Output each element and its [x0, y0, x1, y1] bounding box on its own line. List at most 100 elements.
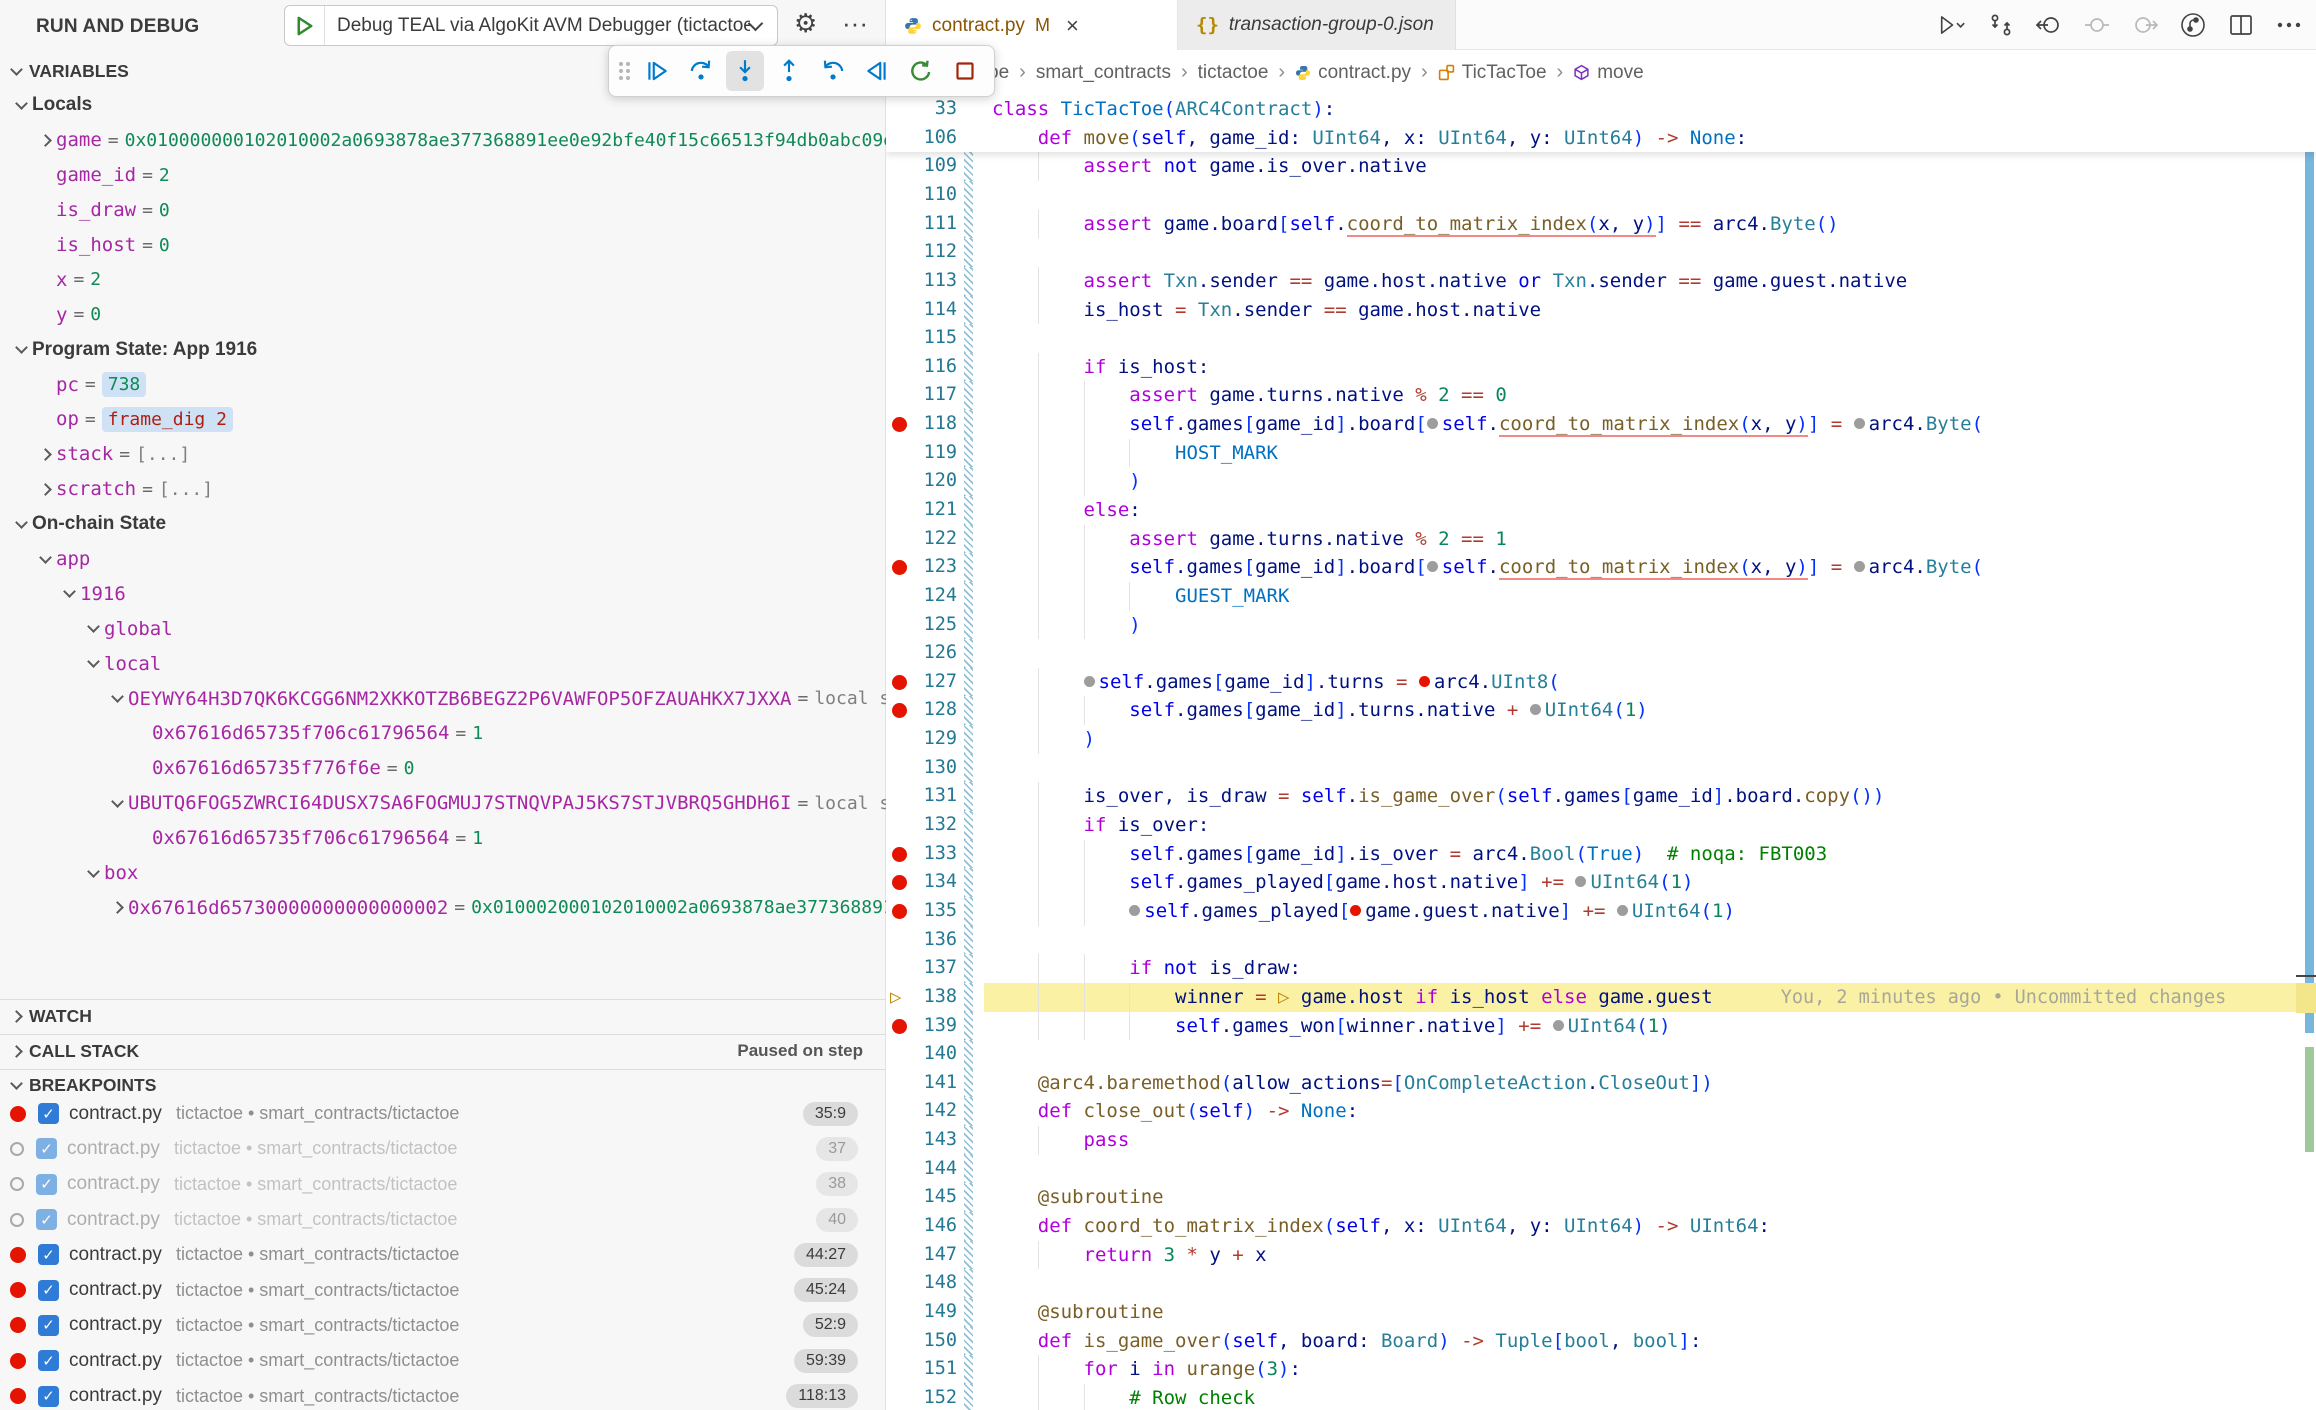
run-or-debug-icon[interactable]: [1939, 12, 1966, 39]
breakpoint-checkbox[interactable]: ✓: [38, 1350, 59, 1371]
chevron-right-icon[interactable]: [111, 902, 124, 915]
variable-row-on-chain-state[interactable]: On-chain State: [0, 507, 886, 542]
breadcrumb-item[interactable]: TicTacToe: [1462, 62, 1547, 84]
line-number[interactable]: 144: [886, 1155, 957, 1184]
chevron-down-icon[interactable]: [111, 690, 124, 703]
breakpoint-checkbox[interactable]: ✓: [36, 1138, 57, 1159]
tab-contract-py[interactable]: contract.py M ×: [886, 0, 1178, 51]
line-number[interactable]: 148: [886, 1269, 957, 1298]
breadcrumb-item[interactable]: tictactoe: [1198, 62, 1269, 84]
source-control-graph-icon[interactable]: [2179, 12, 2206, 39]
step-forward-circle-icon[interactable]: [2131, 12, 2158, 39]
inline-breakpoint-candidate-icon[interactable]: [1617, 905, 1628, 916]
chevron-down-icon[interactable]: [87, 620, 100, 633]
breakpoint-checkbox[interactable]: ✓: [38, 1315, 59, 1336]
variable-row-global[interactable]: global: [0, 611, 886, 646]
chevron-down-icon[interactable]: [87, 865, 100, 878]
variable-row-0x67616d65730000000000000002[interactable]: 0x67616d65730000000000000002=0x010002000…: [0, 890, 886, 925]
inactive-circle-icon[interactable]: [2083, 12, 2110, 39]
chevron-right-icon[interactable]: [39, 134, 52, 147]
variable-row-0x67616d65735f706c61796564[interactable]: 0x67616d65735f706c61796564=1: [0, 716, 886, 751]
line-number[interactable]: 112: [886, 238, 957, 267]
chevron-down-icon[interactable]: [15, 341, 28, 354]
breakpoint-checkbox[interactable]: ✓: [36, 1174, 57, 1195]
split-editor-icon[interactable]: [2227, 12, 2254, 39]
inline-breakpoint-icon[interactable]: [1419, 676, 1430, 687]
inline-breakpoint-candidate-icon[interactable]: [1427, 418, 1438, 429]
debug-config-dropdown[interactable]: Debug TEAL via AlgoKit AVM Debugger (tic…: [284, 5, 778, 46]
breakpoint-row[interactable]: ✓contract.pytictactoe • smart_contracts/…: [0, 1378, 886, 1410]
stop-icon[interactable]: [946, 51, 984, 91]
chevron-down-icon[interactable]: [87, 655, 100, 668]
breakpoint-row[interactable]: ✓contract.pytictactoe • smart_contracts/…: [0, 1308, 886, 1343]
breadcrumb-item[interactable]: contract.py: [1318, 62, 1411, 84]
breakpoint-checkbox[interactable]: ✓: [36, 1209, 57, 1230]
variable-row-x[interactable]: x=2: [0, 262, 886, 297]
reverse-continue-icon[interactable]: [858, 51, 896, 91]
call-stack-section-header[interactable]: CALL STACK Paused on step: [0, 1036, 885, 1066]
breakpoint-checkbox[interactable]: ✓: [38, 1280, 59, 1301]
variable-row-pc[interactable]: pc=738: [0, 367, 886, 402]
line-number[interactable]: 110: [886, 181, 957, 210]
line-number[interactable]: 130: [886, 754, 957, 783]
variable-row-app[interactable]: app: [0, 542, 886, 577]
breakpoint-row[interactable]: ✓contract.pytictactoe • smart_contracts/…: [0, 1096, 886, 1131]
breakpoint-row[interactable]: ✓contract.pytictactoe • smart_contracts/…: [0, 1131, 886, 1166]
variable-row-local[interactable]: local: [0, 646, 886, 681]
tab-transaction-group-json[interactable]: {} transaction-group-0.json: [1178, 0, 1456, 50]
open-changes-icon[interactable]: [1987, 12, 2014, 39]
chevron-down-icon[interactable]: [111, 795, 124, 808]
inline-breakpoint-icon[interactable]: [1350, 905, 1361, 916]
close-icon[interactable]: ×: [1066, 13, 1079, 39]
breakpoint-row[interactable]: ✓contract.pytictactoe • smart_contracts/…: [0, 1167, 886, 1202]
inline-breakpoint-candidate-icon[interactable]: [1084, 676, 1095, 687]
chevron-down-icon[interactable]: [39, 551, 52, 564]
variable-row-oeywy64h3d7qk6kcgg6nm2xkkotzb6begz2p6vaw[interactable]: OEYWY64H3D7QK6KCGG6NM2XKKOTZB6BEGZ2P6VAW…: [0, 681, 886, 716]
chevron-right-icon[interactable]: [39, 483, 52, 496]
inline-breakpoint-candidate-icon[interactable]: [1129, 905, 1140, 916]
line-number[interactable]: 136: [886, 926, 957, 955]
chevron-down-icon[interactable]: [63, 586, 76, 599]
variable-row-0x67616d65735f776f6e[interactable]: 0x67616d65735f776f6e=0: [0, 751, 886, 786]
chevron-right-icon[interactable]: [39, 448, 52, 461]
inline-breakpoint-candidate-icon[interactable]: [1530, 704, 1541, 715]
breakpoint-row[interactable]: ✓contract.pytictactoe • smart_contracts/…: [0, 1237, 886, 1272]
chevron-down-icon[interactable]: [15, 97, 28, 110]
variable-row-game[interactable]: game=0x010000000102010002a0693878ae37736…: [0, 123, 886, 158]
more-actions-icon[interactable]: ···: [842, 8, 868, 39]
variable-row-box[interactable]: box: [0, 856, 886, 891]
variable-row-is-host[interactable]: is_host=0: [0, 228, 886, 263]
breadcrumb-item[interactable]: smart_contracts: [1036, 62, 1171, 84]
gear-icon[interactable]: ⚙: [794, 9, 817, 39]
breadcrumb-item[interactable]: move: [1597, 62, 1643, 84]
variable-row-is-draw[interactable]: is_draw=0: [0, 193, 886, 228]
breakpoint-row[interactable]: ✓contract.pytictactoe • smart_contracts/…: [0, 1343, 886, 1378]
drag-grip[interactable]: [619, 62, 630, 80]
inline-breakpoint-candidate-icon[interactable]: [1854, 418, 1865, 429]
variable-row-1916[interactable]: 1916: [0, 576, 886, 611]
variable-row-stack[interactable]: stack=[...]: [0, 437, 886, 472]
inline-breakpoint-candidate-icon[interactable]: [1575, 876, 1586, 887]
continue-icon[interactable]: [638, 51, 676, 91]
start-debug-icon[interactable]: [285, 6, 325, 45]
variable-row-program-state-app-1916[interactable]: Program State: App 1916: [0, 332, 886, 367]
line-number[interactable]: 115: [886, 324, 957, 353]
line-number[interactable]: 140: [886, 1040, 957, 1069]
inline-breakpoint-candidate-icon[interactable]: [1854, 561, 1865, 572]
breakpoint-checkbox[interactable]: ✓: [38, 1386, 59, 1407]
breakpoint-row[interactable]: ✓contract.pytictactoe • smart_contracts/…: [0, 1202, 886, 1237]
variable-row-scratch[interactable]: scratch=[...]: [0, 472, 886, 507]
variable-row-op[interactable]: op=frame_dig 2: [0, 402, 886, 437]
breakpoint-checkbox[interactable]: ✓: [38, 1244, 59, 1265]
variable-row-game-id[interactable]: game_id=2: [0, 158, 886, 193]
step-back-icon[interactable]: [814, 51, 852, 91]
step-into-icon[interactable]: [726, 51, 764, 91]
more-actions-icon[interactable]: [2275, 12, 2302, 39]
breakpoint-checkbox[interactable]: ✓: [38, 1103, 59, 1124]
variable-row-ubutq6fog5zwrci64dusx7sa6fogmuj7stnqvpaj[interactable]: UBUTQ6FOG5ZWRCI64DUSX7SA6FOGMUJ7STNQVPAJ…: [0, 786, 886, 821]
inline-breakpoint-candidate-icon[interactable]: [1553, 1020, 1564, 1031]
scrollbar-overview-ruler[interactable]: [2296, 95, 2316, 1410]
chevron-down-icon[interactable]: [15, 516, 28, 529]
step-over-icon[interactable]: [682, 51, 720, 91]
line-number[interactable]: 126: [886, 639, 957, 668]
